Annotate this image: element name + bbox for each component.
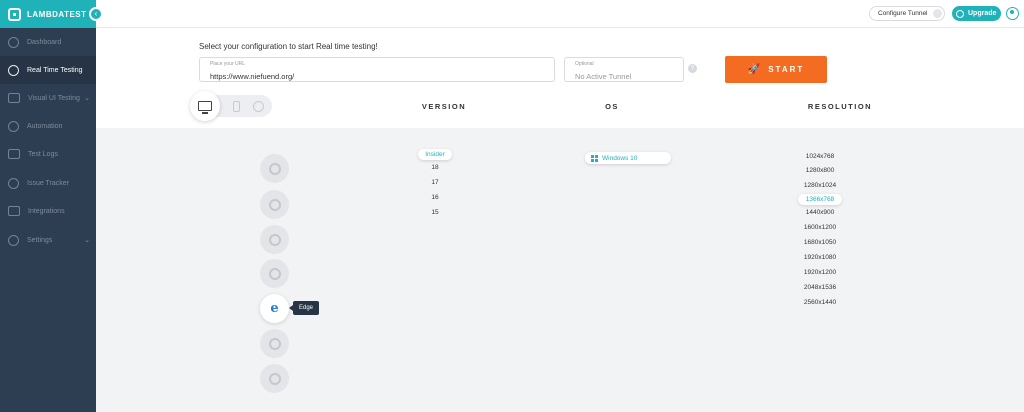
tunnel-field-label: Optional bbox=[575, 61, 594, 67]
chrome-icon bbox=[268, 162, 281, 175]
resolution-item[interactable]: 1280x1024 bbox=[804, 182, 836, 189]
configure-tunnel-button[interactable]: Configure Tunnel bbox=[869, 6, 945, 21]
sidebar-item-real-time-testing[interactable]: Real Time Testing bbox=[0, 56, 96, 84]
help-icon[interactable]: ? bbox=[688, 64, 697, 73]
upgrade-icon bbox=[956, 9, 964, 18]
sidebar-item-label: Settings bbox=[27, 236, 53, 244]
os-label: Windows 10 bbox=[602, 154, 638, 162]
safari-button[interactable] bbox=[260, 329, 289, 358]
visual-ui-icon bbox=[8, 93, 20, 103]
version-item[interactable]: 18 bbox=[431, 164, 438, 171]
yandex-button[interactable] bbox=[260, 364, 289, 393]
device-toggle bbox=[190, 91, 272, 121]
resolution-item[interactable]: 2560x1440 bbox=[804, 299, 836, 306]
history-button[interactable] bbox=[244, 95, 272, 117]
dashboard-icon bbox=[8, 36, 19, 48]
sidebar-item-label: Real Time Testing bbox=[27, 66, 83, 74]
url-field-label: Place your URL bbox=[210, 61, 246, 67]
rocket-icon: 🚀 bbox=[747, 64, 761, 75]
upgrade-label: Upgrade bbox=[968, 10, 997, 17]
version-item[interactable]: 16 bbox=[431, 194, 438, 201]
tunnel-select[interactable]: No Active Tunnel bbox=[575, 72, 631, 81]
version-item-selected[interactable]: Insider bbox=[418, 149, 452, 160]
config-panel: Select your configuration to start Real … bbox=[96, 28, 1024, 128]
firefox-button[interactable] bbox=[260, 190, 289, 219]
resolution-item-selected[interactable]: 1366x768 bbox=[798, 194, 842, 205]
config-title: Select your configuration to start Real … bbox=[199, 42, 378, 51]
version-header: VERSION bbox=[421, 102, 467, 111]
sidebar-item-label: Dashboard bbox=[27, 38, 62, 46]
chrome-button[interactable] bbox=[260, 154, 289, 183]
yandex-icon bbox=[268, 372, 281, 385]
sidebar-item-integrations[interactable]: Integrations bbox=[0, 197, 96, 225]
sidebar-item-test-logs[interactable]: Test Logs bbox=[0, 140, 96, 168]
resolution-item[interactable]: 1920x1080 bbox=[804, 254, 836, 261]
sidebar-item-label: Integrations bbox=[28, 207, 65, 215]
top-bar: Configure Tunnel Upgrade bbox=[96, 0, 1024, 28]
bug-icon bbox=[8, 177, 19, 189]
real-time-icon bbox=[8, 64, 19, 76]
configure-tunnel-label: Configure Tunnel bbox=[878, 10, 928, 17]
opera-button[interactable] bbox=[260, 225, 289, 254]
tunnel-toggle[interactable] bbox=[933, 9, 942, 18]
sidebar: LAMBDATEST Dashboard Real Time Testing V… bbox=[0, 0, 96, 412]
lambdatest-logo-icon bbox=[8, 7, 21, 21]
collapse-sidebar-button[interactable]: ‹ bbox=[89, 7, 103, 21]
resolution-item[interactable]: 2048x1536 bbox=[804, 284, 836, 291]
resolution-item[interactable]: 1440x900 bbox=[806, 209, 835, 216]
edge-button[interactable]: e bbox=[260, 294, 289, 323]
version-item[interactable]: 17 bbox=[431, 179, 438, 186]
desktop-icon bbox=[198, 101, 212, 114]
os-item-selected[interactable]: Windows 10 bbox=[585, 152, 671, 164]
integrations-icon bbox=[8, 206, 20, 216]
resolution-header: RESOLUTION bbox=[807, 102, 873, 111]
gear-icon bbox=[8, 234, 19, 246]
sidebar-item-label: Issue Tracker bbox=[27, 179, 70, 187]
brand-name: LAMBDATEST bbox=[27, 9, 87, 19]
windows-icon bbox=[591, 154, 598, 162]
test-logs-icon bbox=[8, 149, 20, 159]
browser-tooltip: Edge bbox=[289, 301, 319, 315]
sidebar-item-label: Test Logs bbox=[28, 150, 58, 158]
ie-button[interactable] bbox=[260, 259, 289, 288]
version-item[interactable]: 15 bbox=[431, 209, 438, 216]
resolution-item[interactable]: 1600x1200 bbox=[804, 224, 836, 231]
resolution-item[interactable]: 1024x768 bbox=[806, 153, 835, 160]
safari-icon bbox=[268, 337, 281, 350]
chevron-down-icon: ⌄ bbox=[84, 237, 90, 244]
sidebar-item-automation[interactable]: Automation bbox=[0, 112, 96, 140]
chevron-down-icon: ⌄ bbox=[84, 95, 90, 102]
firefox-icon bbox=[268, 198, 281, 211]
opera-icon bbox=[268, 233, 281, 246]
resolution-item[interactable]: 1680x1050 bbox=[804, 239, 836, 246]
upgrade-button[interactable]: Upgrade bbox=[952, 6, 1001, 21]
automation-icon bbox=[8, 120, 19, 132]
ie-icon bbox=[268, 267, 281, 280]
resolution-item[interactable]: 1280x800 bbox=[806, 167, 835, 174]
sidebar-item-settings[interactable]: Settings ⌄ bbox=[0, 226, 96, 254]
mobile-icon bbox=[232, 100, 240, 112]
sidebar-item-visual-ui-testing[interactable]: Visual UI Testing ⌄ bbox=[0, 84, 96, 112]
brand-bar[interactable]: LAMBDATEST bbox=[0, 0, 96, 28]
url-input[interactable]: https://www.niefuend.org/ bbox=[210, 72, 294, 81]
sidebar-item-label: Automation bbox=[27, 122, 63, 130]
start-button[interactable]: 🚀 START bbox=[725, 56, 827, 83]
sidebar-item-label: Visual UI Testing bbox=[28, 94, 80, 102]
history-icon bbox=[252, 100, 264, 112]
user-icon[interactable] bbox=[1006, 7, 1019, 20]
url-field[interactable]: Place your URL https://www.niefuend.org/ bbox=[199, 57, 555, 82]
desktop-button[interactable] bbox=[190, 91, 220, 121]
os-header: OS bbox=[605, 102, 619, 111]
sidebar-item-dashboard[interactable]: Dashboard bbox=[0, 28, 96, 56]
sidebar-item-issue-tracker[interactable]: Issue Tracker bbox=[0, 169, 96, 197]
resolution-item[interactable]: 1920x1200 bbox=[804, 269, 836, 276]
tunnel-field[interactable]: Optional No Active Tunnel bbox=[564, 57, 684, 82]
start-label: START bbox=[768, 65, 805, 74]
edge-icon: e bbox=[270, 301, 279, 316]
